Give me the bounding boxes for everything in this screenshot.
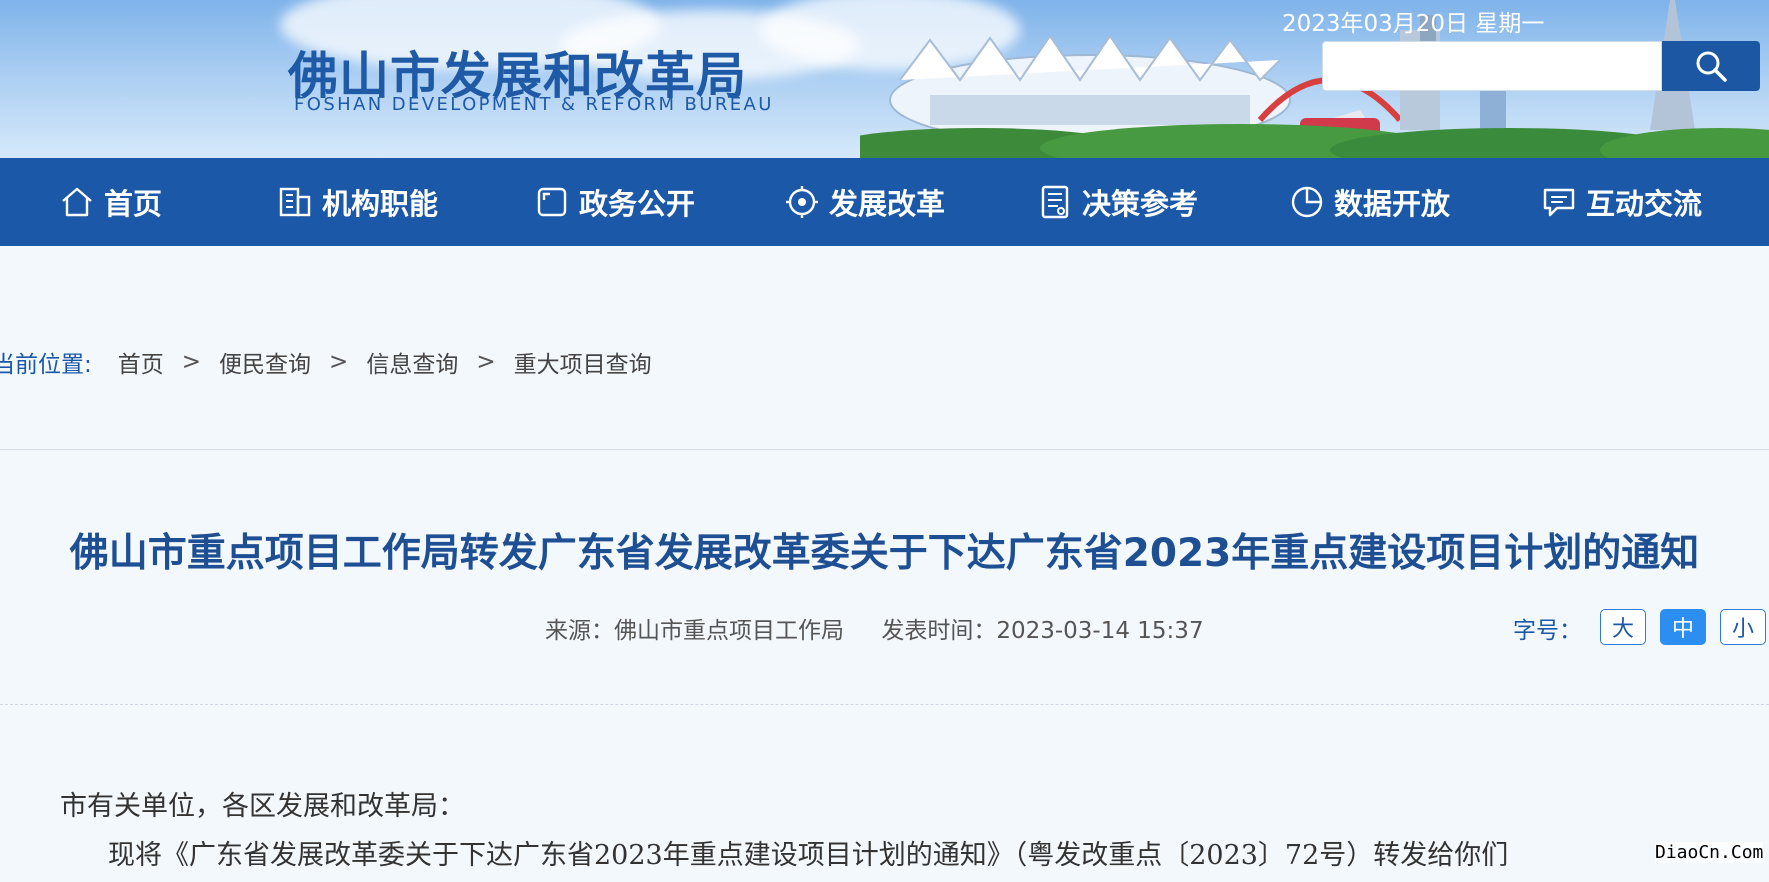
breadcrumb-link-major-projects[interactable]: 重大项目查询 xyxy=(514,345,652,379)
breadcrumb-separator: > xyxy=(329,349,349,375)
nav-item-label: 互动交流 xyxy=(1586,187,1703,221)
chat-icon xyxy=(1543,188,1575,217)
breadcrumb-link-home[interactable]: 首页 xyxy=(118,345,164,379)
site-name-english: FOSHAN DEVELOPMENT & REFORM BUREAU xyxy=(294,94,774,115)
article-source: 来源：佛山市重点项目工作局 xyxy=(545,618,844,644)
search-input[interactable] xyxy=(1322,41,1662,91)
breadcrumb-separator: > xyxy=(476,349,496,375)
nav-item-decision-reference[interactable]: 决策参考 xyxy=(1036,158,1198,246)
breadcrumb-link-convenience-query[interactable]: 便民查询 xyxy=(219,345,311,379)
divider xyxy=(0,704,1769,705)
divider xyxy=(0,449,1769,450)
font-size-label: 字号： xyxy=(1513,618,1582,644)
nav-item-label: 决策参考 xyxy=(1082,187,1199,221)
breadcrumb-label: 当前位置: xyxy=(0,352,92,378)
article-meta: 来源：佛山市重点项目工作局 发表时间：2023-03-14 15:37 xyxy=(545,611,1204,645)
nav-item-label: 首页 xyxy=(104,187,163,221)
nav-item-interaction[interactable]: 互动交流 xyxy=(1540,158,1702,246)
target-icon xyxy=(786,186,818,218)
breadcrumb-separator: > xyxy=(181,349,202,375)
nav-item-organization[interactable]: 机构职能 xyxy=(276,158,438,246)
breadcrumb-link-information-query[interactable]: 信息查询 xyxy=(366,345,458,379)
nav-item-label: 政务公开 xyxy=(579,187,696,221)
article-publish-time: 发表时间：2023-03-14 15:37 xyxy=(881,618,1204,644)
article-paragraph: 市有关单位，各区发展和改革局： xyxy=(60,791,465,822)
document-icon xyxy=(1041,185,1069,219)
nav-item-label: 数据开放 xyxy=(1334,187,1451,221)
nav-item-development-reform[interactable]: 发展改革 xyxy=(783,158,945,246)
search-icon xyxy=(1696,51,1727,82)
main-nav: 首页 机构职能 政务公开 发展改革 决策参考 数据开放 互动交流 xyxy=(0,158,1769,246)
nav-item-home[interactable]: 首页 xyxy=(58,158,162,246)
article-title: 佛山市重点项目工作局转发广东省发展改革委关于下达广东省2023年重点建设项目计划… xyxy=(69,531,1700,576)
building-icon xyxy=(279,187,311,217)
font-size-medium-button[interactable]: 中 xyxy=(1660,609,1706,645)
home-icon xyxy=(62,187,92,217)
font-size-small-button[interactable]: 小 xyxy=(1720,609,1766,645)
breadcrumb: 当前位置: 首页 > 便民查询 > 信息查询 > 重大项目查询 xyxy=(0,344,652,380)
site-banner: 佛山市发展和改革局 FOSHAN DEVELOPMENT & REFORM BU… xyxy=(0,0,1769,158)
nav-item-label: 机构职能 xyxy=(322,187,439,221)
frame-icon xyxy=(537,187,567,217)
current-date: 2023年03月20日 星期一 xyxy=(1282,11,1545,37)
pie-chart-icon xyxy=(1291,186,1323,218)
article-paragraph: 现将《广东省发展改革委关于下达广东省2023年重点建设项目计划的通知》（粤发改重… xyxy=(108,840,1509,871)
nav-item-open-data[interactable]: 数据开放 xyxy=(1288,158,1450,246)
font-size-large-button[interactable]: 大 xyxy=(1600,609,1646,645)
watermark: DiaoCn.Com xyxy=(1655,842,1764,863)
nav-item-label: 发展改革 xyxy=(829,187,946,221)
nav-item-government-affairs[interactable]: 政务公开 xyxy=(533,158,695,246)
search-button[interactable] xyxy=(1662,41,1760,91)
